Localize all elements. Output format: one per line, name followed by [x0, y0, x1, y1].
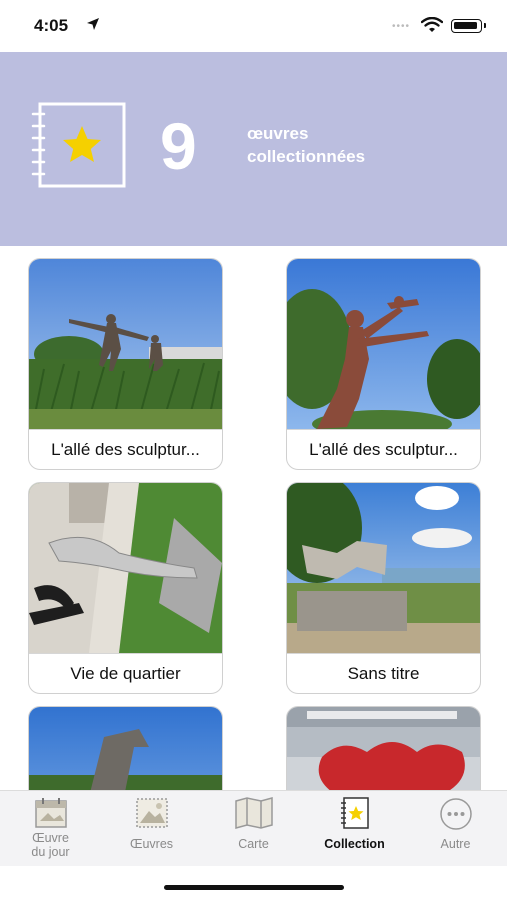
- artwork-card[interactable]: L'allé des sculptur...: [28, 258, 223, 470]
- tab-label: Carte: [238, 837, 269, 851]
- artwork-thumbnail: [287, 259, 480, 429]
- artwork-card[interactable]: Vie de quartier: [28, 482, 223, 694]
- artwork-title: L'allé des sculptur...: [29, 429, 222, 469]
- more-icon: [439, 797, 473, 836]
- artwork-thumbnail: [29, 483, 222, 653]
- artwork-thumbnail: [29, 259, 222, 429]
- collected-count: 9: [160, 109, 198, 183]
- tab-oeuvre-du-jour[interactable]: Œuvre du jour: [0, 791, 101, 867]
- artwork-thumbnail: [287, 707, 480, 790]
- battery-icon: [451, 19, 486, 33]
- tab-collection[interactable]: Collection: [304, 791, 405, 867]
- tab-autre[interactable]: Autre: [405, 791, 506, 867]
- home-indicator[interactable]: [164, 885, 344, 890]
- artwork-thumbnail: [287, 483, 480, 653]
- tab-label: Œuvre du jour: [31, 831, 70, 859]
- artwork-title: Vie de quartier: [29, 653, 222, 693]
- star-notebook-icon: [30, 100, 130, 195]
- artwork-title: Sans titre: [287, 653, 480, 693]
- artwork-title: L'allé des sculptur...: [287, 429, 480, 469]
- map-icon: [234, 797, 274, 834]
- wifi-icon: [420, 16, 444, 38]
- tab-label: Autre: [440, 837, 471, 851]
- tab-oeuvres[interactable]: Œuvres: [101, 791, 202, 867]
- tab-label: Œuvres: [129, 837, 174, 851]
- artwork-card[interactable]: [286, 706, 481, 790]
- tab-label: Collection: [324, 837, 385, 851]
- artwork-card[interactable]: [28, 706, 223, 790]
- tab-bar: Œuvre du jour Œuvres Carte Collection Au…: [0, 790, 507, 866]
- tab-carte[interactable]: Carte: [203, 791, 304, 867]
- artwork-card[interactable]: Sans titre: [286, 482, 481, 694]
- status-bar: 4:05 ••••: [0, 0, 507, 52]
- collection-grid[interactable]: L'allé des sculptur... L'allé des sculpt…: [0, 246, 507, 790]
- artwork-thumbnail: [29, 707, 222, 790]
- collection-summary-banner: 9 œuvres collectionnées: [0, 52, 507, 246]
- calendar-icon: [34, 797, 68, 834]
- artwork-card[interactable]: L'allé des sculptur...: [286, 258, 481, 470]
- signal-dots-icon: ••••: [392, 21, 411, 32]
- location-arrow-icon: [86, 17, 100, 36]
- collected-label-line1: œuvres: [247, 124, 309, 143]
- status-time: 4:05: [34, 16, 69, 35]
- collected-label: œuvres collectionnées: [247, 122, 447, 168]
- star-notebook-icon: [338, 797, 372, 834]
- collected-label-line2: collectionnées: [247, 147, 366, 166]
- artwork-icon: [135, 797, 169, 834]
